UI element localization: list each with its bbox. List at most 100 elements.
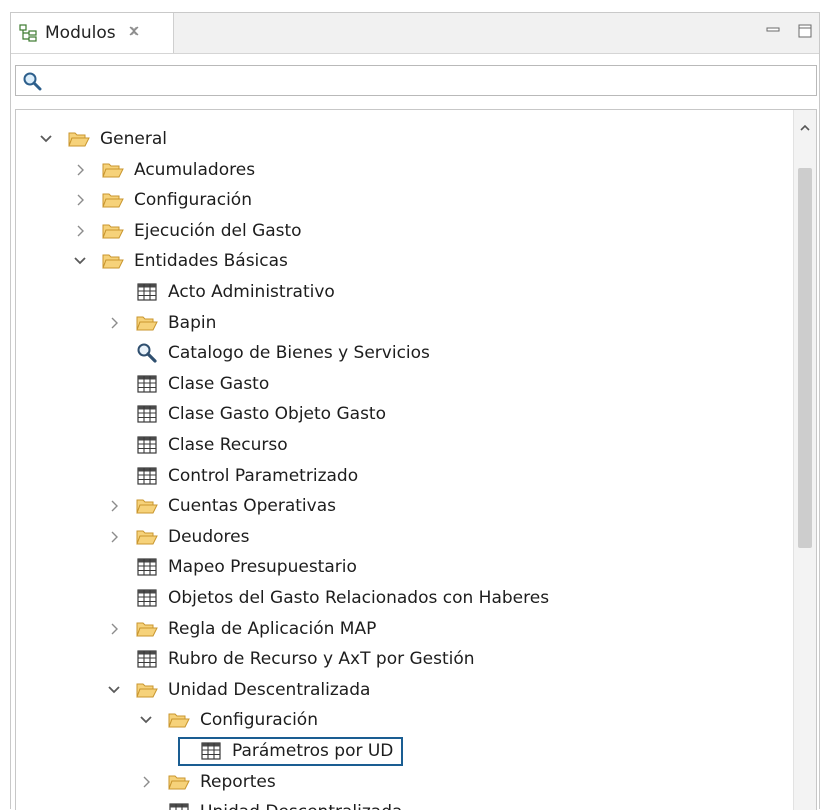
hierarchy-icon xyxy=(19,24,37,42)
folder-open-icon xyxy=(136,620,158,638)
magnifier-icon[interactable] xyxy=(22,71,42,91)
tree-node-label: Acto Administrativo xyxy=(168,282,335,302)
chevron-right-icon[interactable] xyxy=(72,162,88,178)
tree-node[interactable]: Clase Gasto xyxy=(106,369,269,399)
folder-open-icon xyxy=(136,314,158,332)
tree-node[interactable]: Configuración xyxy=(72,185,252,215)
chevron-down-icon[interactable] xyxy=(38,131,54,147)
table-icon xyxy=(200,741,222,760)
tree-node-content: Rubro de Recurso y AxT por Gestión xyxy=(122,649,475,669)
tree-node-label: Entidades Básicas xyxy=(134,251,288,272)
tree-node-label: Mapeo Presupuestario xyxy=(168,557,357,578)
tree-node-label: Reportes xyxy=(200,771,276,792)
tree-node-label: Clase Gasto xyxy=(168,373,270,394)
tree-node[interactable]: Rubro de Recurso y AxT por Gestión xyxy=(106,644,475,674)
tree-node-content: Mapeo Presupuestario xyxy=(122,557,357,577)
chevron-right-icon[interactable] xyxy=(106,529,122,545)
tree-node[interactable]: Bapin xyxy=(106,308,216,338)
tree-node[interactable]: Cuentas Operativas xyxy=(106,491,336,521)
tree-node[interactable]: Reportes xyxy=(138,767,276,797)
tree-node-content: Parámetros por UD xyxy=(178,736,404,766)
tree-node-content: Reportes xyxy=(154,772,276,792)
table-icon xyxy=(136,650,158,668)
table-icon xyxy=(136,589,158,607)
folder-open-icon xyxy=(102,222,124,240)
table-icon xyxy=(136,436,158,454)
search-catalog-icon xyxy=(136,343,158,363)
tree-node-label: Clase Gasto Objeto Gasto xyxy=(168,404,386,425)
tree-node-content: Deudores xyxy=(122,527,249,547)
tree-node-label: Unidad Descentralizada xyxy=(168,679,371,700)
table-icon xyxy=(136,405,158,423)
tree-node[interactable]: Mapeo Presupuestario xyxy=(106,552,357,582)
modules-view: Modulos General Acumuladores Configuraci… xyxy=(10,12,820,810)
tree-node-label: Regla de Aplicación MAP xyxy=(168,618,377,639)
maximize-icon[interactable] xyxy=(797,23,813,39)
tree-node[interactable]: Unidad Descentralizada xyxy=(106,675,370,705)
minimize-icon[interactable] xyxy=(765,23,781,39)
tree-node-label: Objetos del Gasto Relacionados con Haber… xyxy=(168,588,550,608)
chevron-down-icon[interactable] xyxy=(106,682,122,698)
tree-node[interactable]: Configuración xyxy=(138,705,318,735)
tree-node[interactable]: Catalogo de Bienes y Servicios xyxy=(106,338,430,368)
view-tabbar: Modulos xyxy=(11,13,819,54)
folder-open-icon xyxy=(136,681,158,699)
tree-node-label: Configuración xyxy=(200,710,318,731)
close-x-icon[interactable] xyxy=(128,25,140,41)
chevron-right-icon[interactable] xyxy=(106,621,122,637)
chevron-down-icon[interactable] xyxy=(138,712,154,728)
module-tree: General Acumuladores Configuración Ejecu… xyxy=(15,109,817,810)
tree-node[interactable]: Ejecución del Gasto xyxy=(72,216,302,246)
tree-node-label: Catalogo de Bienes y Servicios xyxy=(168,343,430,364)
chevron-right-icon[interactable] xyxy=(106,498,122,514)
tree-node-content: Objetos del Gasto Relacionados con Haber… xyxy=(122,588,549,608)
tree-node-selected[interactable]: Parámetros por UD xyxy=(170,736,404,766)
tree-node-label: Configuración xyxy=(134,190,252,211)
chevron-right-icon[interactable] xyxy=(72,192,88,208)
scrollbar-thumb[interactable] xyxy=(798,168,812,549)
tree-node-label: Parámetros por UD xyxy=(232,740,394,761)
tree-node[interactable]: Clase Gasto Objeto Gasto xyxy=(106,399,386,429)
tree-node-content: Clase Recurso xyxy=(122,435,288,455)
search-bar xyxy=(15,65,817,96)
tree-node-content: Acumuladores xyxy=(88,160,255,180)
tree-node-content: Ejecución del Gasto xyxy=(88,221,302,241)
folder-open-icon xyxy=(168,773,190,791)
tab-modulos[interactable]: Modulos xyxy=(11,13,174,53)
folder-open-icon xyxy=(136,528,158,546)
tree-node-label: Acumuladores xyxy=(134,159,256,180)
vertical-scrollbar[interactable] xyxy=(793,110,816,810)
tree-node[interactable]: Regla de Aplicación MAP xyxy=(106,614,376,644)
tree-node[interactable]: Clase Recurso xyxy=(106,430,288,460)
search-input[interactable] xyxy=(42,66,816,95)
chevron-right-icon[interactable] xyxy=(138,774,154,790)
tree-node-content: Acto Administrativo xyxy=(122,282,335,302)
tree-node[interactable]: Deudores xyxy=(106,522,249,552)
chevron-right-icon[interactable] xyxy=(106,315,122,331)
tree-node[interactable]: Unidad Descentralizada xyxy=(138,797,402,810)
tree-node-content: Cuentas Operativas xyxy=(122,496,336,516)
folder-open-icon xyxy=(102,191,124,209)
chevron-up-icon[interactable] xyxy=(798,120,812,134)
chevron-right-icon[interactable] xyxy=(72,223,88,239)
tree-node[interactable]: Acto Administrativo xyxy=(106,277,335,307)
tree-node-label: Bapin xyxy=(168,312,217,333)
tree-node-label: Cuentas Operativas xyxy=(168,496,336,517)
tree-node[interactable]: Entidades Básicas xyxy=(72,246,288,276)
tree-node-content: Entidades Básicas xyxy=(88,251,288,271)
tree-node[interactable]: Acumuladores xyxy=(72,155,255,185)
chevron-down-icon[interactable] xyxy=(72,253,88,269)
tree-node[interactable]: Control Parametrizado xyxy=(106,461,358,491)
tree-node[interactable]: General xyxy=(38,124,167,154)
folder-open-icon xyxy=(136,497,158,515)
table-icon xyxy=(136,375,158,393)
tree-node[interactable]: Objetos del Gasto Relacionados con Haber… xyxy=(106,583,549,613)
tree-node-label: General xyxy=(100,129,167,149)
tree-node-content: Unidad Descentralizada xyxy=(122,680,370,700)
